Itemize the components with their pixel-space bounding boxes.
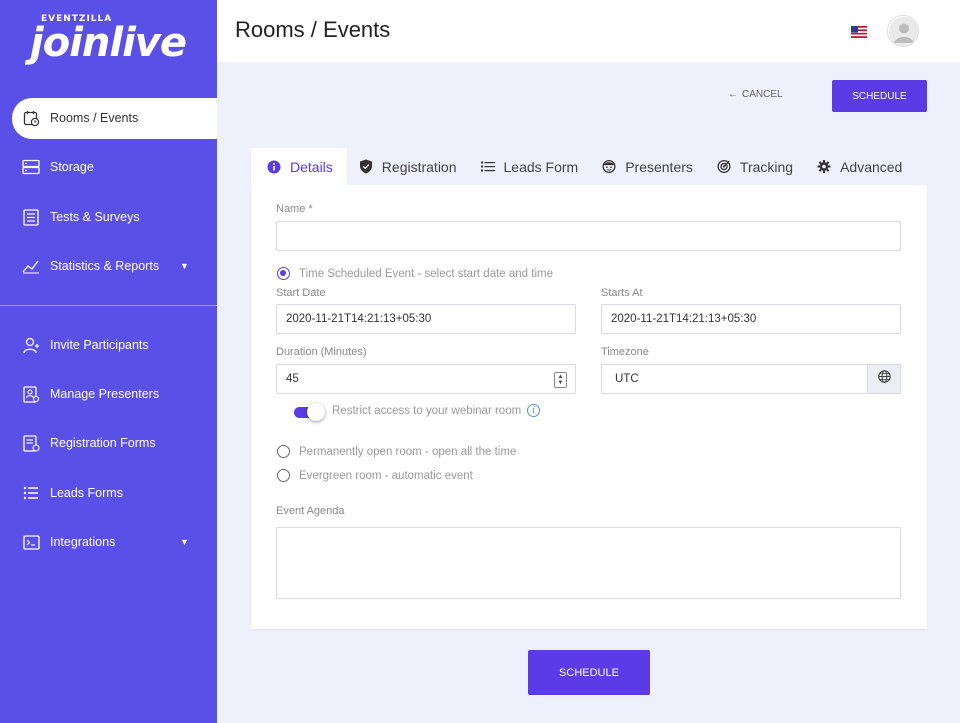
top-header: Rooms / Events xyxy=(217,0,960,62)
sidebar-divider xyxy=(0,305,217,306)
tab-label: Advanced xyxy=(840,158,903,175)
sidebar-item-rooms-events[interactable]: Rooms / Events xyxy=(22,106,138,130)
face-icon xyxy=(602,159,616,174)
name-field[interactable] xyxy=(276,221,901,251)
radio-label: Evergreen room - automatic event xyxy=(299,469,473,482)
chevron-down-icon: ▼ xyxy=(180,537,189,547)
tab-advanced[interactable]: Advanced xyxy=(805,148,914,185)
event-agenda-label: Event Agenda xyxy=(276,505,345,517)
storage-icon xyxy=(22,158,40,176)
radio-label: Permanently open room - open all the tim… xyxy=(299,445,517,458)
sidebar-item-label: Invite Participants xyxy=(50,338,149,352)
tab-tracking[interactable]: Tracking xyxy=(705,148,805,185)
radio-dot-selected xyxy=(277,267,290,280)
terminal-icon xyxy=(22,533,40,551)
toggle-knob xyxy=(307,403,325,421)
restrict-access-row: Restrict access to your webinar room i xyxy=(332,404,541,417)
radio-label: Time Scheduled Event - select start date… xyxy=(299,267,553,280)
stepper-down-icon[interactable]: ▼ xyxy=(558,380,564,386)
schedule-button-bottom[interactable]: SCHEDULE xyxy=(528,650,650,695)
globe-icon xyxy=(877,370,891,388)
duration-label: Duration (Minutes) xyxy=(276,346,367,358)
us-flag-icon[interactable] xyxy=(851,25,867,38)
chevron-down-icon: ▼ xyxy=(180,261,189,271)
schedule-button-top[interactable]: SCHEDULE xyxy=(832,80,927,112)
list-icon xyxy=(480,160,495,174)
logo: EVENTZILLA joinlive xyxy=(0,0,217,98)
info-icon xyxy=(267,160,281,174)
list-icon xyxy=(22,484,40,502)
logo-brand-big: joinlive xyxy=(30,20,187,66)
sidebar-item-label: Registration Forms xyxy=(50,436,156,450)
tab-label: Presenters xyxy=(625,158,693,175)
arrow-left-icon: ← xyxy=(728,89,738,100)
tab-leads-form[interactable]: Leads Form xyxy=(469,148,591,185)
form-icon xyxy=(22,434,40,452)
sidebar-item-invite-participants[interactable]: Invite Participants xyxy=(22,333,149,357)
starts-at-field[interactable]: 2020-11-21T14:21:13+05:30 xyxy=(601,304,901,334)
radio-permanent-room[interactable]: Permanently open room - open all the tim… xyxy=(277,445,516,458)
sidebar: EVENTZILLA joinlive Rooms / Events Stora… xyxy=(0,0,217,723)
add-user-icon xyxy=(22,336,40,354)
tab-label: Leads Form xyxy=(503,158,579,175)
radio-dot xyxy=(277,469,290,482)
avatar[interactable] xyxy=(887,15,919,47)
sidebar-item-tests-surveys[interactable]: Tests & Surveys xyxy=(22,205,140,229)
tab-presenters[interactable]: Presenters xyxy=(590,148,705,185)
gear-icon xyxy=(817,159,831,174)
sidebar-item-manage-presenters[interactable]: Manage Presenters xyxy=(22,382,159,406)
name-label: Name * xyxy=(276,203,313,215)
tab-label: Details xyxy=(290,158,333,175)
radio-dot xyxy=(277,445,290,458)
restrict-access-label: Restrict access to your webinar room xyxy=(332,404,522,417)
sidebar-item-label: Storage xyxy=(50,160,94,174)
cancel-button[interactable]: ← CANCEL xyxy=(728,89,783,100)
sidebar-item-storage[interactable]: Storage xyxy=(22,155,94,179)
presenter-icon xyxy=(22,385,40,403)
sidebar-item-label: Manage Presenters xyxy=(50,387,160,401)
timezone-globe-button[interactable] xyxy=(868,364,901,394)
sidebar-item-label: Tests & Surveys xyxy=(50,210,140,224)
event-agenda-textarea[interactable] xyxy=(276,527,901,599)
sidebar-item-label: Statistics & Reports xyxy=(50,259,160,273)
restrict-access-toggle[interactable] xyxy=(294,403,325,421)
start-date-field[interactable]: 2020-11-21T14:21:13+05:30 xyxy=(276,304,576,334)
checklist-icon xyxy=(22,208,40,226)
page-title: Rooms / Events xyxy=(235,17,391,42)
sidebar-item-label: Integrations xyxy=(50,535,116,549)
event-details-card: Name * Time Scheduled Event - select sta… xyxy=(251,185,927,629)
tab-details[interactable]: Details xyxy=(251,148,347,185)
radio-evergreen-room[interactable]: Evergreen room - automatic event xyxy=(277,469,473,482)
sidebar-item-registration-forms[interactable]: Registration Forms xyxy=(22,431,156,455)
timezone-field[interactable]: UTC xyxy=(601,364,868,394)
info-icon[interactable]: i xyxy=(527,404,541,417)
start-date-label: Start Date xyxy=(276,287,326,299)
tab-bar: Details Registration Leads Form Presente… xyxy=(251,148,914,185)
starts-at-label: Starts At xyxy=(601,287,643,299)
sidebar-item-integrations[interactable]: Integrations ▼ xyxy=(22,530,189,554)
sidebar-item-label: Leads Forms xyxy=(50,486,123,500)
tab-label: Registration xyxy=(381,158,457,175)
tab-registration[interactable]: Registration xyxy=(347,148,469,185)
chart-icon xyxy=(22,257,40,275)
duration-field[interactable]: 45 ▲ ▼ xyxy=(276,364,576,394)
tracking-icon xyxy=(717,159,731,174)
tab-label: Tracking xyxy=(739,158,794,175)
calendar-clock-icon xyxy=(22,109,40,127)
duration-value: 45 xyxy=(286,373,299,385)
shield-icon xyxy=(359,159,373,174)
sidebar-item-leads-forms[interactable]: Leads Forms xyxy=(22,481,123,505)
number-stepper[interactable]: ▲ ▼ xyxy=(554,372,567,388)
radio-time-scheduled[interactable]: Time Scheduled Event - select start date… xyxy=(277,267,553,280)
sidebar-item-statistics-reports[interactable]: Statistics & Reports ▼ xyxy=(22,254,189,278)
sidebar-item-label: Rooms / Events xyxy=(50,111,139,125)
cancel-label: CANCEL xyxy=(742,89,783,100)
timezone-label: Timezone xyxy=(601,346,649,358)
